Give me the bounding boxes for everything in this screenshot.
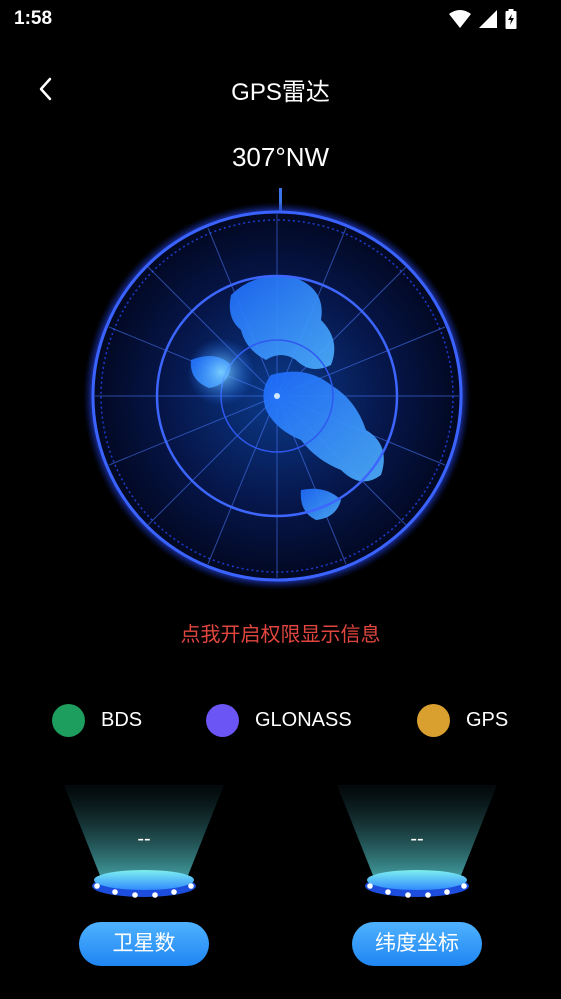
- satellite-count-value: --: [137, 828, 151, 850]
- satellite-legend: BDS GLONASS GPS: [0, 700, 561, 740]
- radar-globe: [83, 202, 471, 590]
- glonass-dot-icon: [206, 703, 239, 737]
- wifi-icon: [449, 10, 471, 28]
- bds-dot-icon: [52, 703, 85, 737]
- legend-label-glonass: GLONASS: [255, 708, 352, 731]
- latitude-button[interactable]: 纬度坐标: [352, 922, 482, 966]
- satellite-count-pedestal: --: [59, 780, 229, 910]
- status-bar: 1:58: [0, 0, 561, 40]
- page-title: GPS雷达: [231, 79, 330, 106]
- legend-item-glonass: GLONASS: [206, 700, 352, 740]
- status-time: 1:58: [14, 8, 53, 29]
- legend-label-bds: BDS: [101, 708, 143, 731]
- legend-item-bds: BDS: [52, 700, 142, 740]
- latitude-value: --: [410, 828, 424, 850]
- compass-heading: 307°NW: [231, 142, 330, 172]
- permission-prompt-link[interactable]: 点我开启权限显示信息: [0, 618, 561, 647]
- gps-dot-icon: [417, 703, 450, 737]
- battery-charging-icon: [505, 9, 517, 29]
- legend-label-gps: GPS: [466, 708, 509, 731]
- latitude-pedestal: --: [332, 780, 502, 910]
- satellite-count-button[interactable]: 卫星数: [79, 922, 209, 966]
- status-icons: [449, 8, 517, 30]
- signal-icon: [479, 10, 497, 28]
- legend-item-gps: GPS: [417, 700, 508, 740]
